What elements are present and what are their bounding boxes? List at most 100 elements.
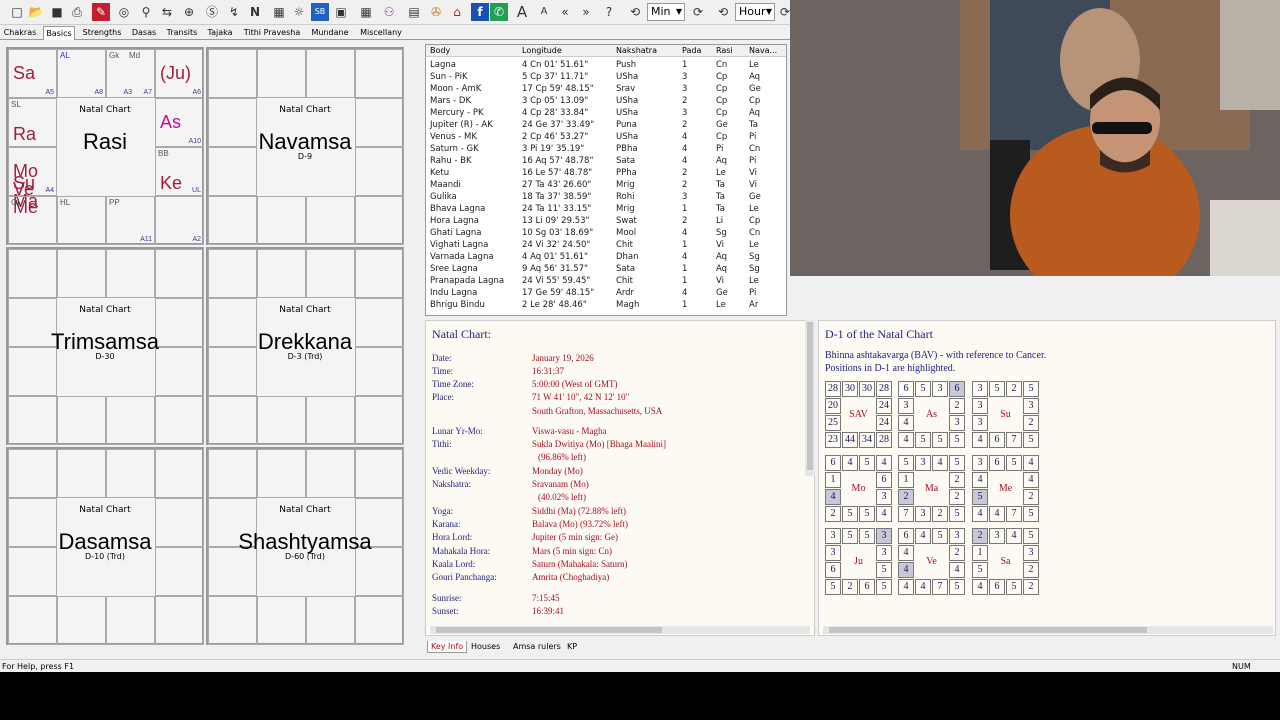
table-row[interactable]: Sun - PiK 5 Cp 37' 11.71" USha 3 Cp Aq bbox=[426, 71, 786, 83]
col-header-longitude[interactable]: Longitude bbox=[522, 46, 562, 55]
tab-strengths[interactable]: Strengths bbox=[80, 26, 124, 40]
chart-house-cell[interactable] bbox=[155, 596, 204, 645]
chart-house-cell[interactable] bbox=[57, 596, 106, 645]
chart-house-cell[interactable] bbox=[355, 596, 404, 645]
chart-house-cell[interactable] bbox=[106, 596, 155, 645]
chart-house-cell[interactable] bbox=[355, 249, 404, 298]
bav-hscrollbar[interactable] bbox=[823, 626, 1273, 634]
chart-house-cell[interactable] bbox=[306, 249, 355, 298]
col-header-rasi[interactable]: Rasi bbox=[716, 46, 733, 55]
n-icon[interactable]: N bbox=[246, 3, 264, 21]
chart-house-cell[interactable] bbox=[355, 396, 404, 445]
chart-house-cell[interactable] bbox=[208, 596, 257, 645]
time-unit-select-1[interactable]: Min ▼ bbox=[647, 3, 685, 21]
new-icon[interactable]: □ bbox=[8, 3, 26, 21]
chart-house-cell[interactable] bbox=[306, 396, 355, 445]
chart-navamsa[interactable]: Natal Chart Navamsa D-9 bbox=[206, 47, 404, 245]
chart-house-cell[interactable] bbox=[8, 596, 57, 645]
chart-house-cell[interactable]: A2 bbox=[155, 196, 204, 245]
chart-house-cell[interactable] bbox=[57, 449, 106, 498]
tab-amsa-rulers[interactable]: Amsa rulers bbox=[513, 641, 561, 653]
chart-house-cell[interactable] bbox=[208, 449, 257, 498]
tab-basics[interactable]: Basics bbox=[43, 26, 75, 40]
table-row[interactable]: Lagna 4 Cn 01' 51.61" Push 1 Cn Le bbox=[426, 59, 786, 71]
tab-transits[interactable]: Transits bbox=[164, 26, 200, 40]
table-row[interactable]: Ghati Lagna 10 Sg 03' 18.69" Mool 4 Sg Cn bbox=[426, 227, 786, 239]
compare-icon[interactable]: ⇆ bbox=[158, 3, 176, 21]
table-row[interactable]: Venus - MK 2 Cp 46' 53.27" USha 4 Cp Pi bbox=[426, 131, 786, 143]
tab-chakras[interactable]: Chakras bbox=[2, 26, 38, 40]
table-row[interactable]: Ketu 16 Le 57' 48.78" PPha 2 Le Vi bbox=[426, 167, 786, 179]
col-header-pada[interactable]: Pada bbox=[682, 46, 701, 55]
table-row[interactable]: Jupiter (R) - AK 24 Ge 37' 33.49" Puna 2 Ge T… bbox=[426, 119, 786, 131]
chart-house-cell[interactable]: HL bbox=[57, 196, 106, 245]
table-icon[interactable]: ▦ bbox=[357, 3, 375, 21]
tab-tajaka[interactable]: Tajaka bbox=[205, 26, 235, 40]
transit-icon[interactable]: ↯ bbox=[225, 3, 243, 21]
key-info-panel[interactable]: Natal Chart: Date: January 19, 2026 Time: 1… bbox=[425, 320, 815, 636]
globe-icon[interactable]: ⊕ bbox=[180, 3, 198, 21]
save-icon[interactable]: ■ bbox=[48, 3, 66, 21]
forward-icon[interactable]: » bbox=[577, 3, 595, 21]
sb-icon[interactable]: SB bbox=[311, 3, 329, 21]
time-unit-select-2[interactable]: Hour ▼ bbox=[735, 3, 775, 21]
print-icon[interactable]: ⎙ bbox=[68, 3, 86, 21]
scroll-thumb[interactable] bbox=[436, 627, 662, 633]
grid-icon[interactable]: ▦ bbox=[270, 3, 288, 21]
chart-house-cell[interactable] bbox=[208, 196, 257, 245]
sp-icon[interactable]: Ⓢ bbox=[203, 3, 221, 21]
back-icon[interactable]: « bbox=[556, 3, 574, 21]
chart-house-cell[interactable] bbox=[57, 249, 106, 298]
table-row[interactable]: Gulika 18 Ta 37' 38.59" Rohi 3 Ta Ge bbox=[426, 191, 786, 203]
chart-house-cell[interactable]: (Ju) A6 bbox=[155, 49, 204, 98]
tab-kp[interactable]: KP bbox=[567, 641, 577, 653]
table-row[interactable]: Saturn - GK 3 Pi 19' 35.19" PBha 4 Pi Cn bbox=[426, 143, 786, 155]
chart-house-cell[interactable] bbox=[306, 196, 355, 245]
chart-house-cell[interactable]: Sa A5 bbox=[8, 49, 57, 98]
chart-house-cell[interactable] bbox=[306, 49, 355, 98]
table-row[interactable]: Mars - DK 3 Cp 05' 13.09" USha 2 Cp Cp bbox=[426, 95, 786, 107]
table-row[interactable]: Hora Lagna 13 Li 09' 29.53" Swat 2 Li Cp bbox=[426, 215, 786, 227]
tab-mundane[interactable]: Mundane bbox=[309, 26, 351, 40]
tools-icon[interactable]: ✇ bbox=[427, 3, 445, 21]
tab-tithi-pravesha[interactable]: Tithi Pravesha bbox=[240, 26, 304, 40]
table-row[interactable]: Varnada Lagna 4 Aq 01' 51.61" Dhan 4 Aq Sg bbox=[426, 251, 786, 263]
table-row[interactable]: Moon - AmK 17 Cp 59' 48.15" Srav 3 Cp Ge bbox=[426, 83, 786, 95]
chart-house-cell[interactable] bbox=[8, 249, 57, 298]
table-row[interactable]: Rahu - BK 16 Aq 57' 48.78" Sata 4 Aq Pi bbox=[426, 155, 786, 167]
square-icon[interactable]: ▣ bbox=[332, 3, 350, 21]
key-info-vscrollbar[interactable] bbox=[805, 320, 815, 476]
table-row[interactable]: Sree Lagna 9 Aq 56' 31.57" Sata 1 Aq Sg bbox=[426, 263, 786, 275]
chart-shashtyamsa[interactable]: Natal Chart Shashtyamsa D-60 (Trd) bbox=[206, 447, 404, 645]
col-header-navamsa[interactable]: Nava... bbox=[749, 46, 777, 55]
home-icon[interactable]: ⌂ bbox=[448, 3, 466, 21]
chart-house-cell[interactable]: GL bbox=[8, 196, 57, 245]
chart-house-cell[interactable] bbox=[257, 449, 306, 498]
tab-miscellany[interactable]: Miscellany bbox=[356, 26, 406, 40]
chart-house-cell[interactable] bbox=[257, 196, 306, 245]
key-info-hscrollbar[interactable] bbox=[430, 626, 810, 634]
font-increase-icon[interactable]: A bbox=[513, 3, 531, 21]
chart-house-cell[interactable] bbox=[306, 596, 355, 645]
search-icon[interactable]: ⚲ bbox=[137, 3, 155, 21]
col-header-body[interactable]: Body bbox=[430, 46, 450, 55]
planet-table[interactable]: Body Longitude Nakshatra Pada Rasi Nava.… bbox=[425, 44, 787, 316]
table-row[interactable]: Indu Lagna 17 Ge 59' 48.15" Ardr 4 Ge Pi bbox=[426, 287, 786, 299]
chart-house-cell[interactable]: PP A11 bbox=[106, 196, 155, 245]
chart-house-cell[interactable] bbox=[208, 396, 257, 445]
chart-house-cell[interactable] bbox=[106, 249, 155, 298]
phone-icon[interactable]: ✆ bbox=[490, 3, 508, 21]
table-row[interactable]: Mercury - PK 4 Cp 28' 33.84" USha 3 Cp Aq bbox=[426, 107, 786, 119]
chart-house-cell[interactable]: AL A8 bbox=[57, 49, 106, 98]
chart-house-cell[interactable] bbox=[57, 396, 106, 445]
chart-house-cell[interactable] bbox=[257, 49, 306, 98]
chart-house-cell[interactable] bbox=[355, 49, 404, 98]
chart-house-cell[interactable] bbox=[155, 449, 204, 498]
chart-drekkana[interactable]: Natal Chart Drekkana D-3 (Trd) bbox=[206, 247, 404, 445]
chart-house-cell[interactable] bbox=[208, 249, 257, 298]
chart-house-cell[interactable] bbox=[155, 249, 204, 298]
table-row[interactable]: Bhava Lagna 24 Ta 11' 33.15" Mrig 1 Ta Le bbox=[426, 203, 786, 215]
people-icon[interactable]: ⚇ bbox=[380, 3, 398, 21]
time-forward-icon[interactable]: ⟳ bbox=[689, 3, 707, 21]
chart-house-cell[interactable] bbox=[208, 49, 257, 98]
